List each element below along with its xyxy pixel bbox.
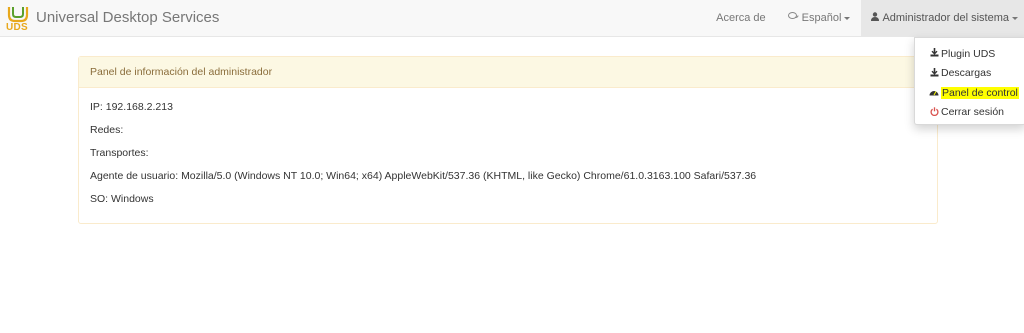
admin-info-panel: Panel de información del administrador I…	[78, 56, 938, 224]
brand-link[interactable]: UDS Universal Desktop Services	[6, 5, 219, 33]
menu-item-label: Panel de control	[941, 86, 1019, 99]
chevron-down-icon	[844, 16, 851, 20]
navbar-right: Acerca de Español Administrador del sist…	[705, 0, 1024, 36]
transports-info: Transportes:	[90, 147, 149, 159]
networks-info: Redes:	[90, 124, 124, 136]
dashboard-icon	[929, 88, 939, 98]
user-dropdown-menu: Plugin UDS Descargas Panel de control Ce…	[914, 37, 1024, 125]
menu-item-plugin-uds[interactable]: Plugin UDS	[915, 44, 1024, 64]
menu-item-label: Descargas	[941, 67, 992, 80]
download-icon	[929, 67, 939, 79]
user-icon	[871, 12, 880, 24]
uds-logo: UDS	[6, 5, 30, 33]
menu-item-label: Cerrar sesión	[941, 106, 1005, 119]
download-icon	[929, 48, 939, 59]
nav-user-label: Administrador del sistema	[882, 12, 1009, 24]
comments-icon	[787, 12, 799, 24]
menu-item-downloads[interactable]: Descargas	[915, 64, 1024, 84]
logo-text: UDS	[6, 22, 29, 33]
nav-user-dropdown[interactable]: Administrador del sistema	[861, 0, 1024, 36]
menu-item-logout[interactable]: Cerrar sesión	[915, 103, 1024, 123]
menu-item-label: Plugin UDS	[941, 47, 996, 60]
nav-about-label: Acerca de	[716, 12, 766, 24]
os-info: SO: Windows	[90, 193, 154, 205]
top-navbar: UDS Universal Desktop Services Acerca de…	[0, 0, 1024, 37]
panel-heading: Panel de información del administrador	[79, 57, 937, 88]
ip-info: IP: 192.168.2.213	[90, 101, 173, 113]
nav-about-link[interactable]: Acerca de	[705, 0, 777, 36]
user-agent-info: Agente de usuario: Mozilla/5.0 (Windows …	[90, 170, 757, 182]
menu-item-control-panel[interactable]: Panel de control	[915, 83, 1024, 103]
chevron-down-icon	[1012, 16, 1018, 20]
power-icon	[929, 107, 939, 118]
panel-title: Panel de información del administrador	[90, 66, 273, 78]
nav-language-label: Español	[801, 12, 842, 24]
nav-language-dropdown[interactable]: Español	[777, 0, 862, 36]
app-title: Universal Desktop Services	[36, 9, 220, 26]
panel-body: IP: 192.168.2.213 Redes: Transportes: Ag…	[79, 88, 937, 215]
